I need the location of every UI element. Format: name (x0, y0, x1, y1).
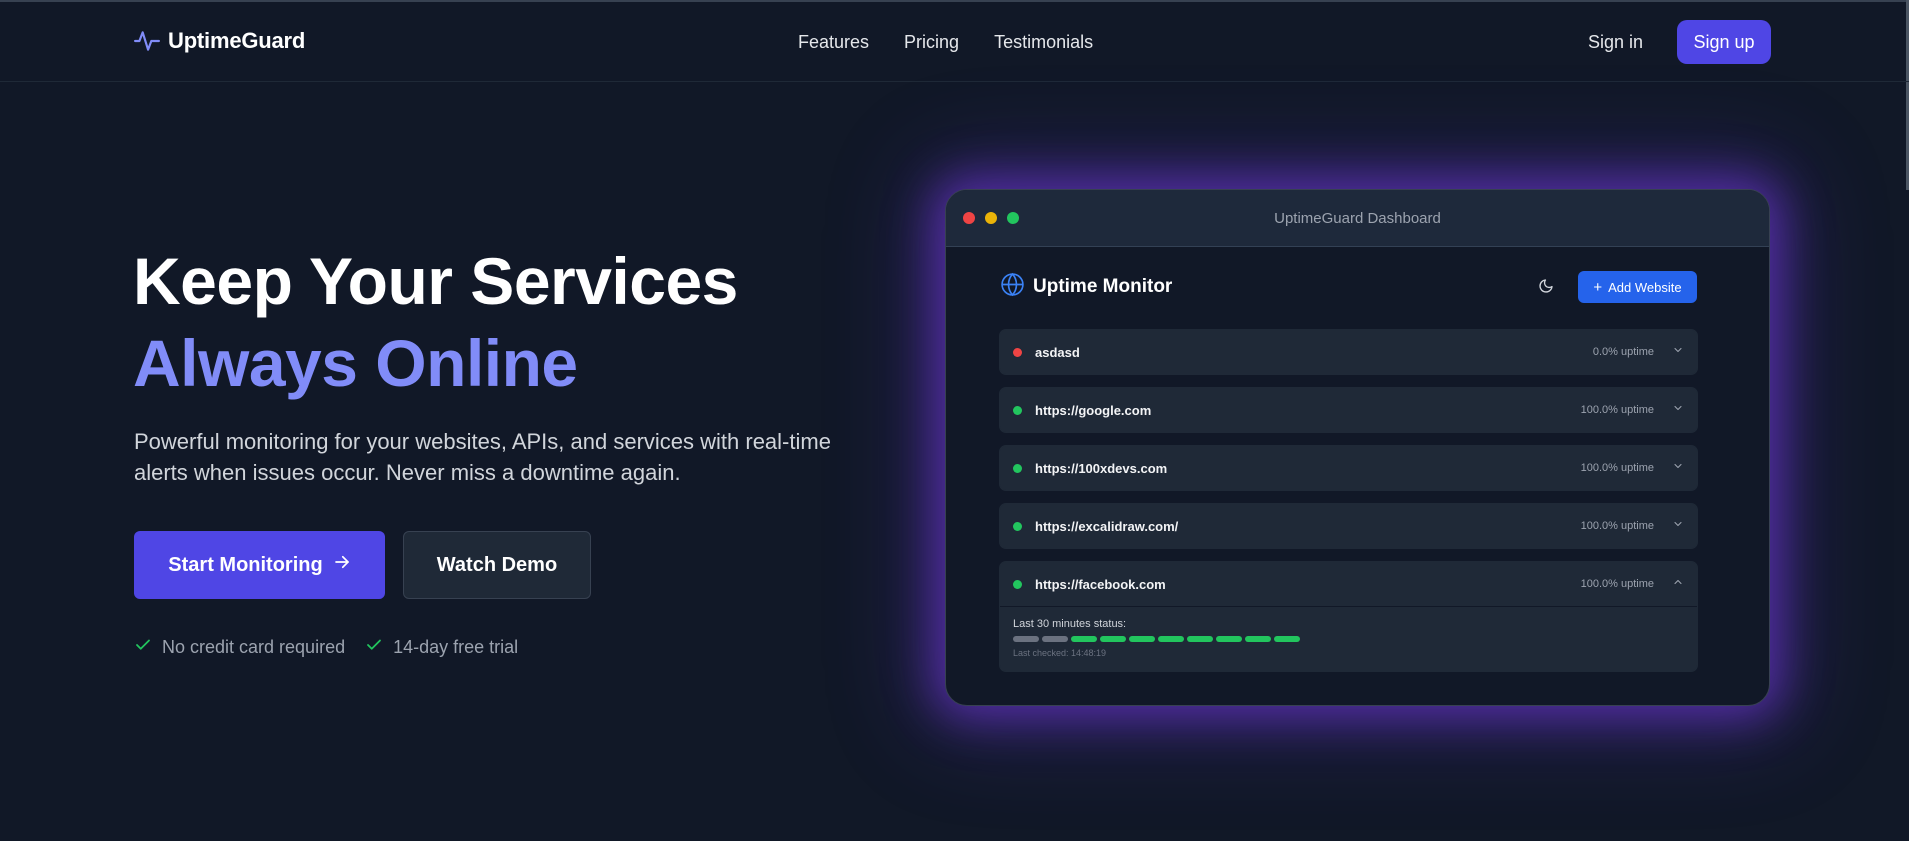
hero-title-line1: Keep Your Services (133, 244, 738, 318)
start-monitoring-label: Start Monitoring (168, 553, 323, 576)
uptime-percentage: 100.0% uptime (1580, 404, 1654, 416)
check-icon (134, 636, 152, 659)
moon-icon[interactable] (1538, 278, 1554, 299)
dashboard-preview-window: UptimeGuard Dashboard Uptime Monitor + A… (945, 189, 1770, 706)
site-row[interactable]: https://facebook.com 100.0% uptime Last 30… (999, 561, 1698, 672)
status-dot (1013, 405, 1022, 415)
site-row[interactable]: asdasd 0.0% uptime (999, 329, 1698, 375)
add-website-button[interactable]: + Add Website (1578, 271, 1697, 303)
perk-label: No credit card required (162, 637, 346, 657)
start-monitoring-button[interactable]: Start Monitoring (134, 531, 385, 599)
check-icon (365, 636, 383, 659)
status-tick (1216, 636, 1242, 642)
site-row-header[interactable]: https://facebook.com 100.0% uptime (1000, 562, 1697, 606)
site-row[interactable]: https://excalidraw.com/100.0% uptime (999, 503, 1698, 549)
site-detail-panel: Last 30 minutes status: Last checked: 14:… (1000, 606, 1697, 671)
status-history-bars (1013, 636, 1684, 642)
perks-list: No credit card required 14-day free tria… (134, 636, 518, 659)
status-dot (1013, 521, 1022, 531)
status-tick (1187, 636, 1213, 642)
site-url: https://excalidraw.com/ (1035, 518, 1179, 534)
status-tick (1042, 636, 1068, 642)
site-url: https://facebook.com (1035, 576, 1166, 592)
status-tick (1129, 636, 1155, 642)
brand-name: UptimeGuard (168, 28, 306, 53)
globe-icon (1000, 272, 1025, 302)
navbar: UptimeGuard Features Pricing Testimonial… (0, 2, 1909, 82)
uptime-percentage: 100.0% uptime (1580, 520, 1654, 532)
chevron-up-icon[interactable] (1672, 575, 1684, 593)
uptime-percentage: 100.0% uptime (1580, 462, 1654, 474)
site-row-header[interactable]: https://100xdevs.com 100.0% uptime (1000, 446, 1697, 490)
plus-icon: + (1593, 278, 1603, 296)
site-row-header[interactable]: https://excalidraw.com/100.0% uptime (1000, 504, 1697, 548)
nav-link-testimonials[interactable]: Testimonials (994, 32, 1093, 53)
nav-link-pricing[interactable]: Pricing (904, 32, 959, 53)
sign-in-link[interactable]: Sign in (1588, 32, 1643, 53)
hero-title: Keep Your Services Always Online (133, 240, 738, 404)
status-history-label: Last 30 minutes status: (1013, 618, 1127, 630)
chevron-down-icon[interactable] (1672, 459, 1684, 477)
nav-link-features[interactable]: Features (798, 32, 869, 53)
last-checked-time: Last checked: 14:48:19 (1013, 648, 1107, 658)
status-tick (1245, 636, 1271, 642)
watch-demo-button[interactable]: Watch Demo (403, 531, 591, 599)
status-tick (1071, 636, 1097, 642)
status-tick (1158, 636, 1184, 642)
uptime-percentage: 100.0% uptime (1580, 578, 1654, 590)
chevron-down-icon[interactable] (1672, 343, 1684, 361)
window-title-bar: UptimeGuard Dashboard (946, 190, 1769, 247)
chevron-down-icon[interactable] (1672, 517, 1684, 535)
status-tick (1013, 636, 1039, 642)
site-url: https://100xdevs.com (1035, 460, 1168, 476)
site-row[interactable]: https://100xdevs.com 100.0% uptime (999, 445, 1698, 491)
site-url: asdasd (1035, 344, 1080, 360)
site-row-header[interactable]: asdasd 0.0% uptime (1000, 330, 1697, 374)
sign-up-button[interactable]: Sign up (1677, 20, 1771, 64)
app-header: Uptime Monitor (1000, 272, 1172, 302)
arrow-right-icon (333, 553, 351, 577)
perk-item: No credit card required (134, 636, 345, 659)
activity-pulse-icon (134, 28, 160, 54)
brand[interactable]: UptimeGuard (134, 28, 305, 54)
uptime-percentage: 0.0% uptime (1592, 346, 1654, 358)
site-row-header[interactable]: https://google.com 100.0% uptime (1000, 388, 1697, 432)
hero-subtitle: Powerful monitoring for your websites, A… (134, 429, 831, 485)
perk-label: 14-day free trial (393, 637, 519, 657)
app-title: Uptime Monitor (1033, 276, 1173, 297)
status-tick (1274, 636, 1300, 642)
site-url: https://google.com (1035, 402, 1152, 418)
nav-links: Features Pricing Testimonials (798, 32, 1093, 53)
window-title: UptimeGuard Dashboard (1274, 210, 1441, 227)
chevron-down-icon[interactable] (1672, 401, 1684, 419)
status-dot (1013, 463, 1022, 473)
site-row[interactable]: https://google.com 100.0% uptime (999, 387, 1698, 433)
status-dot (1013, 347, 1022, 357)
hero-title-line2: Always Online (133, 326, 578, 400)
perk-item: 14-day free trial (365, 636, 518, 659)
status-tick (1100, 636, 1126, 642)
add-website-label: Add Website (1608, 279, 1682, 295)
site-list: asdasd 0.0% uptime https://google.com 100.0… (999, 329, 1698, 684)
status-dot (1013, 579, 1022, 589)
